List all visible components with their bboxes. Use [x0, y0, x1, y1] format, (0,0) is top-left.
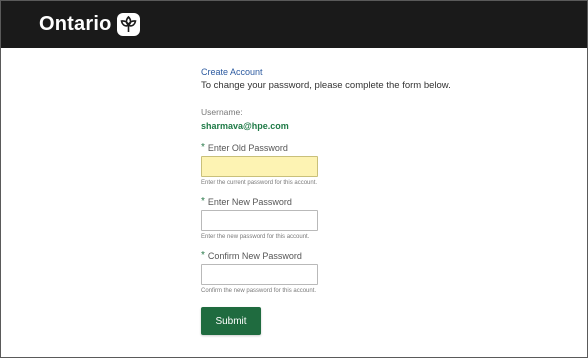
username-label: Username: [201, 107, 243, 117]
confirm-password-label-text: Confirm New Password [207, 250, 302, 261]
change-password-form: Create Account To change your password, … [201, 67, 581, 335]
old-password-label: * Enter Old Password [201, 142, 581, 153]
create-account-link[interactable]: Create Account [201, 67, 581, 77]
old-password-hint: Enter the current password for this acco… [201, 180, 318, 186]
page-frame: Ontario Create Account To change your pa… [0, 0, 588, 358]
confirm-password-label: * Confirm New Password [201, 250, 581, 261]
old-password-label-text: Enter Old Password [207, 142, 288, 153]
trillium-icon [116, 12, 141, 37]
new-password-field[interactable] [201, 210, 318, 231]
site-header: Ontario [1, 1, 587, 48]
brand-text: Ontario [39, 13, 112, 35]
required-marker: * [201, 142, 205, 153]
submit-button[interactable]: Submit [201, 307, 261, 335]
confirm-password-field[interactable] [201, 264, 318, 285]
new-password-hint: Enter the new password for this account. [201, 234, 310, 240]
required-marker: * [201, 250, 205, 261]
username-value: sharmava@hpe.com [201, 121, 289, 131]
intro-text: To change your password, please complete… [201, 80, 451, 91]
old-password-field[interactable] [201, 156, 318, 177]
new-password-label-text: Enter New Password [207, 196, 292, 207]
confirm-password-hint: Confirm the new password for this accoun… [201, 288, 317, 294]
new-password-label: * Enter New Password [201, 196, 581, 207]
required-marker: * [201, 196, 205, 207]
